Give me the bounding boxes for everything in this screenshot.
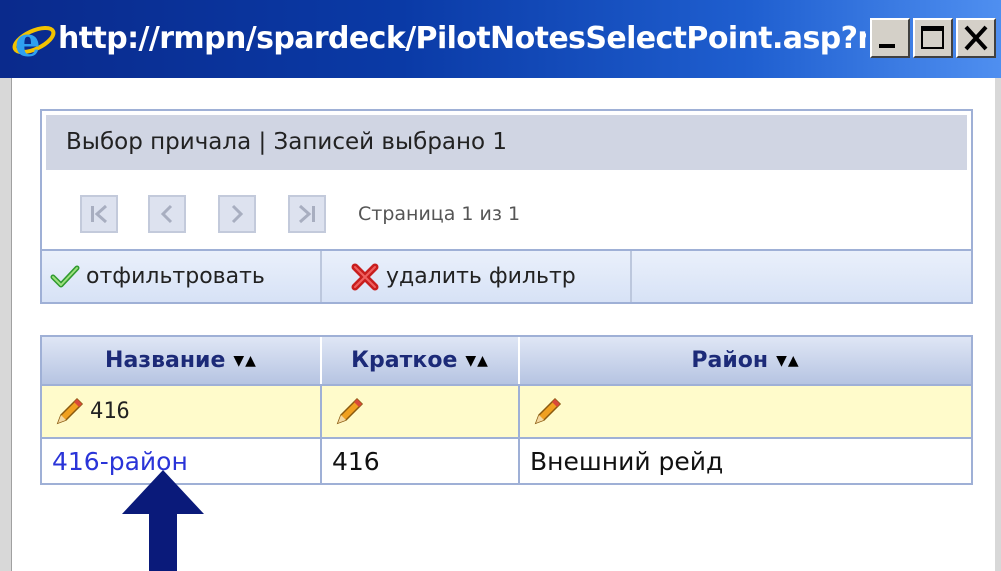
first-page-button[interactable] — [80, 195, 118, 233]
clear-filter-button-label: удалить фильтр — [386, 264, 576, 289]
close-icon — [964, 25, 988, 51]
table-cell-short: 416 — [322, 437, 520, 483]
minimize-button[interactable] — [870, 18, 910, 58]
berths-grid: Название ▼▲ Краткое ▼▲ Район ▼▲ 416 416-… — [40, 335, 973, 485]
prev-page-button[interactable] — [148, 195, 186, 233]
minimize-icon — [879, 44, 895, 48]
selection-panel: Выбор причала | Записей выбрано 1 Страни… — [40, 109, 973, 304]
pencil-icon — [534, 397, 562, 424]
column-header-district[interactable]: Район ▼▲ — [520, 337, 971, 384]
filter-cell-district[interactable] — [520, 384, 971, 437]
sort-arrows-icon[interactable]: ▼▲ — [776, 353, 800, 369]
filter-toolbar: отфильтровать удалить фильтр — [42, 249, 971, 302]
maximize-button[interactable] — [913, 18, 953, 58]
prev-page-icon — [160, 204, 173, 224]
column-header-short-label: Краткое — [351, 348, 458, 373]
column-header-name-label: Название — [105, 348, 226, 373]
panel-title: Выбор причала | Записей выбрано 1 — [66, 129, 508, 155]
filter-button-label: отфильтровать — [86, 264, 265, 289]
filter-cell-short[interactable] — [322, 384, 520, 437]
column-header-short[interactable]: Краткое ▼▲ — [322, 337, 520, 384]
last-page-button[interactable] — [288, 195, 326, 233]
red-x-icon — [351, 263, 379, 290]
svg-text:e: e — [15, 19, 40, 62]
next-page-icon — [231, 204, 244, 224]
column-header-name[interactable]: Название ▼▲ — [42, 337, 322, 384]
pencil-icon — [56, 397, 84, 424]
window-frame-right — [995, 78, 1001, 571]
next-page-button[interactable] — [218, 195, 256, 233]
window-titlebar[interactable]: e http://rmpn/spardeck/PilotNotesSelectP… — [0, 0, 1001, 78]
window-frame-left — [0, 78, 12, 571]
close-button[interactable] — [956, 18, 996, 58]
sort-arrows-icon[interactable]: ▼▲ — [465, 353, 489, 369]
clear-filter-button[interactable]: удалить фильтр — [322, 251, 632, 302]
maximize-icon — [921, 26, 944, 49]
filter-cell-name-value: 416 — [90, 399, 130, 424]
page-info: Страница 1 из 1 — [358, 203, 521, 225]
first-page-icon — [91, 204, 107, 224]
table-cell-district: Внешний рейд — [520, 437, 971, 483]
column-header-district-label: Район — [691, 348, 769, 373]
filter-cell-name[interactable]: 416 — [42, 384, 322, 437]
filter-button[interactable]: отфильтровать — [42, 251, 322, 302]
window-title: http://rmpn/spardeck/PilotNotesSelectPoi… — [58, 21, 866, 56]
ie-icon: e — [12, 19, 56, 62]
panel-header: Выбор причала | Записей выбрано 1 — [46, 115, 967, 170]
sort-arrows-icon[interactable]: ▼▲ — [233, 353, 257, 369]
last-page-icon — [299, 204, 315, 224]
pencil-icon — [336, 397, 364, 424]
up-arrow-icon — [122, 470, 204, 571]
check-icon — [50, 265, 80, 287]
